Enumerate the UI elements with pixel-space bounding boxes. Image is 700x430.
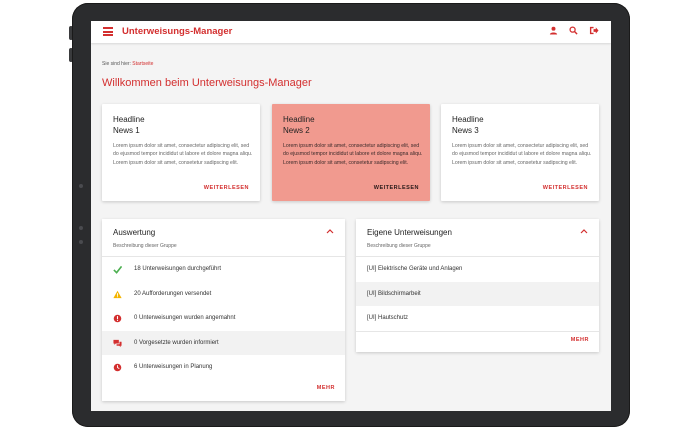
camera-dot [79, 184, 83, 188]
list-item[interactable]: 18 Unterweisungen durchgeführt [102, 257, 345, 282]
list-item[interactable]: 20 Aufforderungen versendet [102, 282, 345, 307]
chevron-up-icon[interactable] [580, 228, 588, 234]
more-link[interactable]: MEHR [317, 385, 335, 391]
read-more-link[interactable]: WEITERLESEN [204, 185, 249, 191]
panel-subtitle: Beschreibung dieser Gruppe [113, 243, 177, 249]
list-item[interactable]: [UI] Hautschutz [356, 306, 599, 331]
clock-icon [113, 363, 122, 372]
news-text: Lorem ipsum dolor sit amet, consectetur … [452, 143, 592, 166]
list-item[interactable]: [UI] Elektrische Geräte und Anlagen [356, 257, 599, 282]
breadcrumb-link-home[interactable]: Startseite [132, 61, 153, 67]
chat-icon [113, 339, 122, 347]
auswertung-panel: Auswertung Beschreibung dieser Gruppe 18… [102, 219, 345, 401]
news-card-1: Headline News 1 Lorem ipsum dolor sit ame… [102, 104, 260, 201]
panel-title: Eigene Unterweisungen [367, 228, 452, 237]
news-card-3: Headline News 3 Lorem ipsum dolor sit ame… [441, 104, 599, 201]
list-item-label: 18 Unterweisungen durchgeführt [134, 266, 222, 273]
divider [356, 331, 599, 332]
news-text: Lorem ipsum dolor sit amet, consectetur … [283, 143, 423, 166]
panel-subtitle: Beschreibung dieser Gruppe [367, 243, 431, 249]
warning-icon [113, 290, 122, 298]
header-actions [549, 26, 599, 35]
more-link[interactable]: MEHR [571, 337, 589, 343]
list-item-label: 6 Unterweisungen in Planung [134, 364, 213, 371]
list-item-label: 20 Aufforderungen versendet [134, 290, 212, 297]
list-item-label: [UI] Hautschutz [367, 315, 409, 322]
news-headline: Headline News 2 [283, 115, 315, 135]
menu-icon[interactable] [103, 27, 113, 36]
list-item-label: [UI] Bildschirmarbeit [367, 290, 421, 297]
page-title: Willkommen beim Unterweisungs-Manager [102, 77, 312, 89]
list-item[interactable]: [UI] Bildschirmarbeit [356, 281, 599, 306]
eigene-unterweisungen-panel: Eigene Unterweisungen Beschreibung diese… [356, 219, 599, 352]
app-header: Unterweisungs-Manager [91, 21, 611, 43]
panel-title: Auswertung [113, 228, 156, 237]
app-screen: Unterweisungs-Manager Sie sind hier: Sta… [91, 21, 611, 411]
camera-dot [79, 226, 83, 230]
list-item-label: 0 Unterweisungen wurden angemahnt [134, 315, 236, 322]
chevron-up-icon[interactable] [326, 228, 334, 234]
news-text: Lorem ipsum dolor sit amet, consectetur … [113, 143, 253, 166]
camera-dot [79, 240, 83, 244]
news-card-2: Headline News 2 Lorem ipsum dolor sit ame… [272, 104, 430, 201]
check-icon [113, 265, 122, 274]
app-title: Unterweisungs-Manager [122, 26, 233, 37]
alert-circle-icon [113, 314, 122, 323]
news-headline: Headline News 3 [452, 115, 484, 135]
news-headline: Headline News 1 [113, 115, 145, 135]
logout-icon[interactable] [589, 26, 599, 35]
list-item[interactable]: 0 Unterweisungen wurden angemahnt [102, 306, 345, 331]
breadcrumb: Sie sind hier: Startseite [102, 61, 153, 67]
breadcrumb-prefix: Sie sind hier: [102, 61, 131, 67]
list-item[interactable]: 0 Vorgesetzte wurden informiert [102, 330, 345, 355]
read-more-link[interactable]: WEITERLESEN [374, 185, 419, 191]
list-item-label: 0 Vorgesetzte wurden informiert [134, 339, 219, 346]
user-icon[interactable] [549, 26, 558, 35]
list-item-label: [UI] Elektrische Geräte und Anlagen [367, 266, 463, 273]
read-more-link[interactable]: WEITERLESEN [543, 185, 588, 191]
search-icon[interactable] [569, 26, 578, 35]
list-item[interactable]: 6 Unterweisungen in Planung [102, 355, 345, 380]
